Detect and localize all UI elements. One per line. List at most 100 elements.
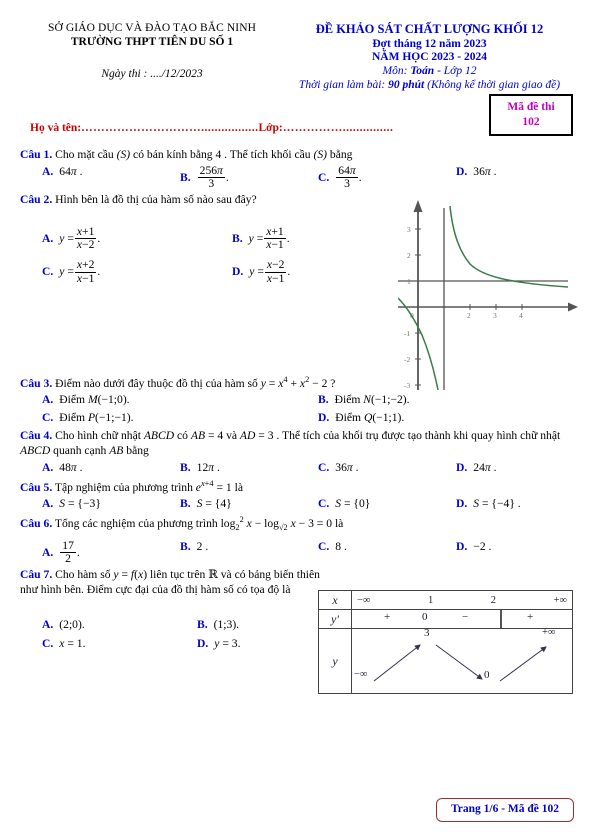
- variation-row-label-y: y: [318, 628, 352, 694]
- school-name: TRƯỜNG THPT TIÊN DU SỐ 1: [70, 36, 234, 48]
- question-6-option-c[interactable]: C. 8 .: [296, 540, 434, 565]
- duration-prefix: Thời gian làm bài:: [298, 79, 389, 91]
- question-1-options: A. 64π . B. 256π 3. C. 64π 3. D. 36π .: [20, 163, 572, 190]
- option-value: 12π .: [196, 460, 220, 474]
- option-value: Điểm P(−1;−1).: [59, 411, 134, 425]
- question-1-option-d[interactable]: D. 36π .: [434, 165, 572, 190]
- question-4-option-d[interactable]: D. 24π .: [434, 461, 572, 476]
- yprime-sign-2: −: [462, 611, 469, 623]
- name-dots[interactable]: ………………………….................: [81, 122, 258, 134]
- yprime-sign-1: 0: [422, 611, 428, 623]
- y-value-0: −∞: [354, 669, 368, 680]
- question-2-graph: 0 2 3 4 3 2 1 -1 -2 -3: [397, 190, 584, 391]
- option-key: D.: [197, 636, 209, 650]
- question-4-option-b[interactable]: B. 12π .: [158, 461, 296, 476]
- option-value: Điểm Q(−1;1).: [335, 411, 405, 425]
- question-5-option-d[interactable]: D. S = {−4} .: [434, 497, 572, 512]
- question-5-stem: Câu 5. Tập nghiệm của phương trình ex+4 …: [20, 478, 243, 494]
- subject-prefix: Môn:: [382, 65, 411, 77]
- question-1-option-a[interactable]: A. 64π .: [20, 165, 158, 190]
- exam-page: SỞ GIÁO DỤC VÀ ĐÀO TẠO BẮC NINH TRƯỜNG T…: [0, 0, 591, 840]
- question-7-option-b[interactable]: B. (1;3).: [175, 618, 330, 633]
- option-key: A.: [42, 393, 54, 407]
- option-value: 36π .: [335, 460, 359, 474]
- question-4-label: Câu 4.: [20, 429, 53, 443]
- option-key: D.: [456, 539, 468, 553]
- question-6-option-b[interactable]: B. 2 .: [158, 540, 296, 565]
- exam-session: Đợt tháng 12 năm 2023: [372, 38, 487, 50]
- variation-table-row-x: x −∞ 1 2 +∞: [318, 590, 573, 610]
- question-2-option-c[interactable]: C. y = x+2 x−1.: [20, 259, 210, 285]
- option-value: S = {0}: [335, 497, 371, 511]
- option-value: S = {−3}: [59, 497, 101, 511]
- question-6-stem: Câu 6. Tổng các nghiệm của phương trình …: [20, 515, 344, 533]
- question-7-options-row2: C. x = 1. D. y = 3.: [20, 637, 330, 652]
- question-3-option-d[interactable]: D. Điểm Q(−1;1).: [296, 411, 572, 426]
- option-value: 36π .: [473, 164, 497, 178]
- question-7-option-c[interactable]: C. x = 1.: [20, 637, 175, 652]
- option-value: y = x+1 x−1.: [248, 225, 290, 252]
- question-3-label: Câu 3.: [20, 376, 53, 390]
- question-6-option-d[interactable]: D. −2 .: [434, 540, 572, 565]
- option-key: D.: [232, 265, 244, 279]
- svg-text:-2: -2: [404, 355, 410, 364]
- option-key: B.: [180, 170, 191, 184]
- question-5-option-b[interactable]: B. S = {4}: [158, 497, 296, 512]
- question-3-option-a[interactable]: A. Điểm M(−1;0).: [20, 393, 296, 408]
- y-value-1: 3: [424, 627, 430, 639]
- student-name-line: Họ và tên:………………………….................Lớp…: [30, 122, 393, 134]
- variation-table-row-yprime: y′ + 0 − +: [318, 609, 573, 629]
- subject-line: Môn: Toán - Lớp 12: [286, 65, 573, 77]
- question-6-options: A. 17 2. B. 2 . C. 8 . D. −2 .: [20, 538, 572, 566]
- name-label: Họ và tên:: [30, 122, 82, 134]
- option-value: 8 .: [335, 539, 347, 553]
- question-4-stem: Câu 4. Cho hình chữ nhật ABCD có AB = 4 …: [20, 429, 561, 457]
- option-value: S = {4}: [196, 497, 232, 511]
- option-value: y = x−2 x−1.: [249, 258, 291, 285]
- question-5-option-a[interactable]: A. S = {−3}: [20, 497, 158, 512]
- arrow-down-1: [435, 644, 483, 680]
- question-7-options-row1: A. (2;0). B. (1;3).: [20, 618, 330, 633]
- question-6-option-a[interactable]: A. 17 2.: [20, 538, 158, 566]
- question-2-option-d[interactable]: D. y = x−2 x−1.: [210, 258, 400, 285]
- option-key: D.: [456, 164, 468, 178]
- question-4-option-c[interactable]: C. 36π .: [296, 461, 434, 476]
- variation-row-label-x: x: [318, 590, 352, 610]
- option-value: 17 2.: [60, 538, 80, 566]
- question-3-option-c[interactable]: C. Điểm P(−1;−1).: [20, 411, 296, 426]
- variation-table-row-y: y −∞ 3 0 +∞: [318, 627, 573, 694]
- question-7-option-a[interactable]: A. (2;0).: [20, 618, 175, 633]
- question-5-option-c[interactable]: C. S = {0}: [296, 497, 434, 512]
- option-key: C.: [42, 265, 54, 279]
- question-1-option-c[interactable]: C. 64π 3.: [296, 163, 434, 190]
- question-1-option-b[interactable]: B. 256π 3.: [158, 163, 296, 190]
- option-value: (2;0).: [59, 617, 85, 631]
- option-value: 64π 3.: [336, 163, 362, 190]
- variation-row-label-yprime: y′: [318, 609, 352, 629]
- option-value: 256π 3.: [197, 163, 229, 190]
- variation-x-values: −∞ 1 2 +∞: [351, 590, 573, 610]
- question-2-label: Câu 2.: [20, 193, 53, 207]
- exam-code-label: Mã đề thi: [507, 101, 555, 113]
- question-4-option-a[interactable]: A. 48π .: [20, 461, 158, 476]
- option-key: A.: [42, 617, 54, 631]
- option-key: B.: [197, 617, 208, 631]
- question-2-option-a[interactable]: A. y = x+1 x−2.: [20, 225, 210, 252]
- question-6-label: Câu 6.: [20, 516, 53, 530]
- question-2-option-b[interactable]: B. y = x+1 x−1.: [210, 225, 400, 252]
- question-7-option-d[interactable]: D. y = 3.: [175, 637, 330, 652]
- option-value: 48π .: [59, 460, 83, 474]
- question-5-label: Câu 5.: [20, 480, 53, 494]
- variation-yprime-signs: + 0 − +: [351, 609, 573, 629]
- question-3-option-b[interactable]: B. Điểm N(−1;−2).: [296, 393, 572, 408]
- question-2-options-row2: C. y = x+2 x−1. D. y = x−2 x−1.: [20, 258, 400, 285]
- exam-title: ĐỀ KHẢO SÁT CHẤT LƯỢNG KHỐI 12: [315, 22, 544, 36]
- svg-text:3: 3: [493, 311, 497, 320]
- option-key: C.: [318, 460, 330, 474]
- option-value: y = x+1 x−2.: [59, 225, 101, 252]
- variation-table: x −∞ 1 2 +∞ y′ + 0 − + y −∞ 3 0 +∞: [318, 590, 573, 694]
- option-key: A.: [42, 164, 54, 178]
- school-year: NĂM HỌC 2023 - 2024: [372, 51, 487, 63]
- svg-text:-3: -3: [404, 381, 410, 390]
- class-dots[interactable]: ……………...............: [283, 122, 394, 134]
